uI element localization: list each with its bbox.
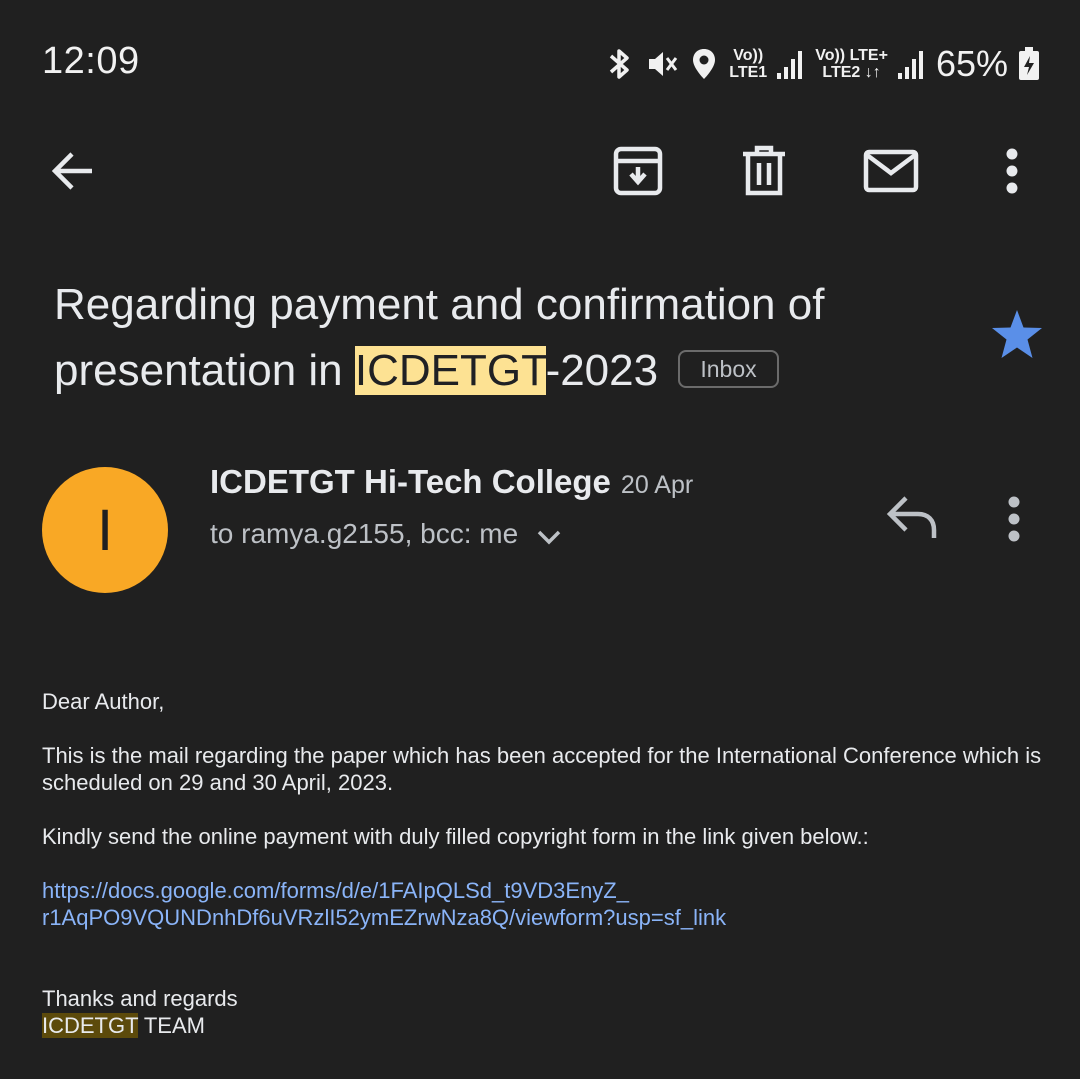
- recipients-toggle[interactable]: to ramya.g2155, bcc: me: [210, 518, 562, 550]
- more-vert-icon: [1008, 496, 1020, 542]
- delete-icon: [743, 145, 785, 196]
- signature-search-highlight: ICDETGT: [42, 1013, 139, 1038]
- form-link[interactable]: https://docs.google.com/forms/d/e/1FAIpQ…: [42, 877, 1042, 931]
- archive-button[interactable]: [608, 138, 668, 204]
- signal-icon: [897, 51, 923, 79]
- body-signature: ICDETGT TEAM: [42, 1012, 1042, 1039]
- archive-icon: [613, 146, 663, 196]
- star-button[interactable]: [990, 308, 1044, 367]
- status-time: 12:09: [42, 40, 140, 82]
- back-button[interactable]: [44, 138, 100, 204]
- recipients-text: to ramya.g2155, bcc: me: [210, 518, 519, 549]
- form-link-line[interactable]: https://docs.google.com/forms/d/e/1FAIpQ…: [42, 878, 629, 903]
- sender-name: ICDETGT Hi-Tech College: [210, 463, 611, 500]
- sim1-network: Vo)) LTE1: [729, 47, 768, 81]
- more-vert-icon: [1006, 148, 1018, 194]
- chevron-down-icon: [537, 530, 561, 545]
- sender-line: ICDETGT Hi-Tech College 20 Apr: [210, 463, 693, 501]
- signature-text: TEAM: [138, 1013, 205, 1038]
- body-closing: Thanks and regards: [42, 986, 238, 1011]
- battery-icon: [1019, 47, 1039, 80]
- vibrate-icon: [649, 52, 678, 76]
- signal-icon: [777, 51, 803, 79]
- sender-avatar[interactable]: I: [42, 467, 168, 593]
- email-subject: Regarding payment and confirmation of pr…: [54, 272, 944, 404]
- inbox-label-chip[interactable]: Inbox: [678, 350, 779, 389]
- subject-text-end: -2023: [545, 346, 659, 395]
- reply-button[interactable]: [882, 492, 942, 547]
- form-link-line[interactable]: r1AqPO9VQUNDnhDf6uVRzlI52ymEZrwNza8Q/vie…: [42, 905, 726, 930]
- message-date: 20 Apr: [620, 471, 694, 499]
- message-more-button[interactable]: [1004, 494, 1024, 549]
- battery-percent: 65%: [935, 43, 1008, 84]
- back-arrow-icon: [51, 152, 92, 190]
- mark-unread-icon: [863, 149, 919, 193]
- body-greeting: Dear Author,: [42, 689, 165, 714]
- delete-button[interactable]: [736, 138, 792, 204]
- star-icon: [992, 310, 1042, 358]
- bluetooth-icon: [610, 49, 630, 79]
- sim2-network: Vo)) LTE+ LTE2 ↓↑: [815, 47, 888, 81]
- more-options-button[interactable]: [992, 138, 1032, 204]
- body-paragraph: Kindly send the online payment with duly…: [42, 824, 869, 849]
- status-icons: Vo)) LTE1 Vo)) LTE+ LTE2 ↓↑ 65%: [605, 40, 1040, 88]
- reply-icon: [886, 496, 937, 538]
- email-body: Dear Author, This is the mail regarding …: [42, 688, 1042, 1039]
- location-icon: [693, 49, 716, 79]
- subject-search-highlight: ICDETGT: [354, 346, 546, 395]
- body-paragraph: This is the mail regarding the paper whi…: [42, 743, 1042, 795]
- mark-unread-button[interactable]: [860, 138, 922, 204]
